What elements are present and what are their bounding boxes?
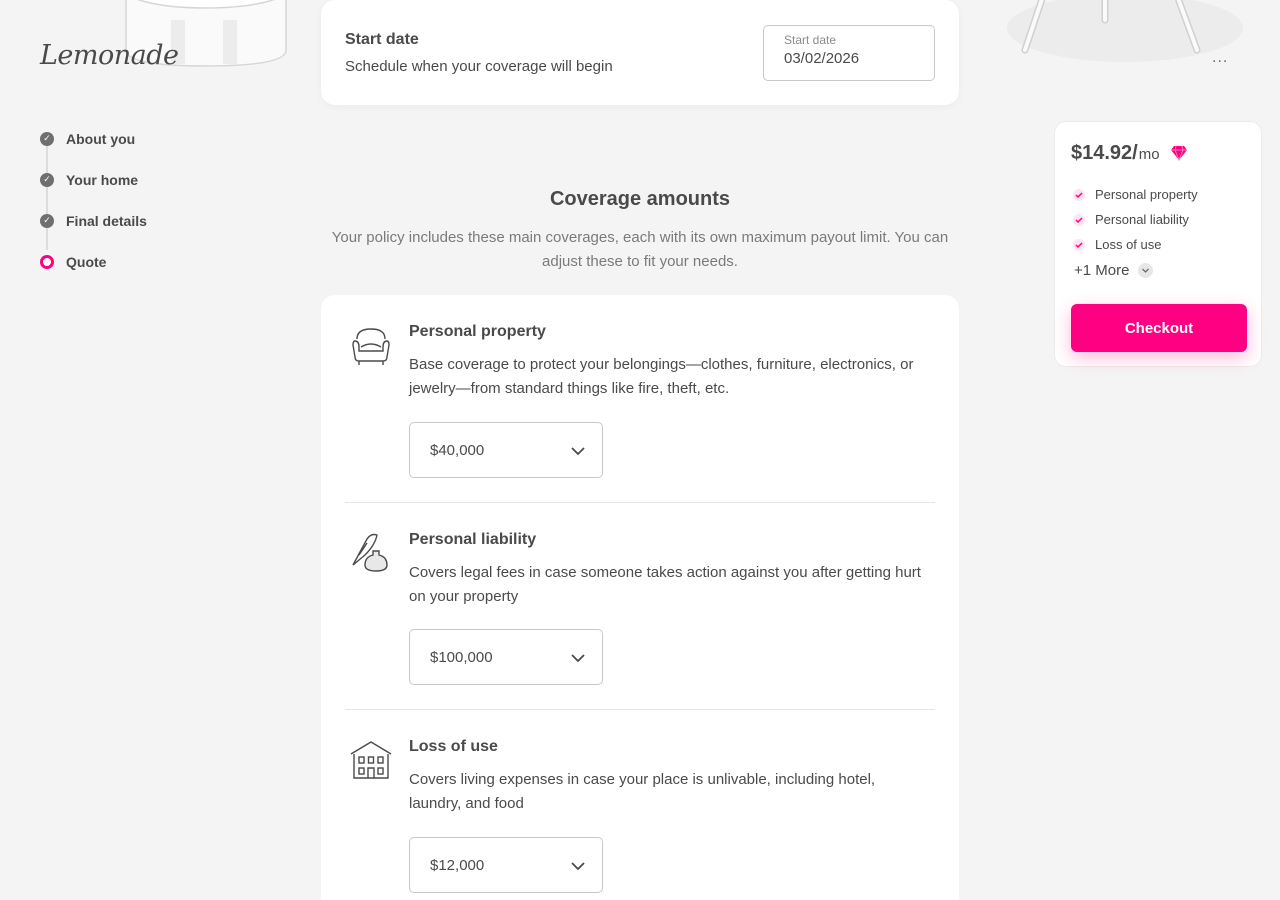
quill-inkwell-icon bbox=[352, 533, 388, 572]
step-label: Quote bbox=[66, 253, 107, 270]
more-label: +1 More bbox=[1074, 262, 1130, 279]
coverage-text: Base coverage to protect your belongings… bbox=[409, 356, 914, 397]
divider bbox=[345, 502, 935, 503]
list-item: Loss of use bbox=[1073, 232, 1198, 257]
current-step-icon bbox=[40, 254, 54, 269]
building-icon bbox=[350, 741, 392, 779]
step-final-details[interactable]: ✓ Final details bbox=[40, 200, 147, 241]
armchair-icon bbox=[352, 328, 390, 365]
coverage-name: Personal property bbox=[409, 323, 546, 340]
checkout-button[interactable]: Checkout bbox=[1071, 304, 1247, 352]
progress-steps: ✓ About you ✓ Your home ✓ Final details … bbox=[40, 118, 147, 282]
included-coverage-label: Loss of use bbox=[1095, 237, 1162, 252]
chevron-down-icon bbox=[1138, 263, 1154, 278]
chevron-down-icon bbox=[571, 447, 585, 456]
show-more-toggle[interactable]: +1 More bbox=[1074, 262, 1154, 279]
start-date-value[interactable]: 03/02/2026 bbox=[784, 50, 914, 67]
check-icon bbox=[1073, 213, 1085, 226]
personal-property-amount-select[interactable]: $40,000 bbox=[409, 422, 603, 478]
price-summary-card: $14.92/ mo Personal property Personal li… bbox=[1054, 121, 1262, 367]
check-icon bbox=[1073, 238, 1085, 251]
list-item: Personal property bbox=[1073, 182, 1198, 207]
coverage-title: Coverage amounts bbox=[549, 188, 731, 210]
start-date-input[interactable]: Start date 03/02/2026 bbox=[763, 25, 935, 81]
start-date-field-label: Start date bbox=[784, 33, 837, 47]
included-coverage-label: Personal property bbox=[1095, 187, 1198, 202]
gem-icon bbox=[1170, 145, 1187, 161]
divider bbox=[345, 709, 935, 710]
check-icon: ✓ bbox=[40, 131, 54, 146]
selected-amount: $100,000 bbox=[430, 648, 493, 666]
coverage-description: Your policy includes these main coverage… bbox=[331, 229, 949, 270]
included-coverages-list: Personal property Personal liability Los… bbox=[1073, 182, 1198, 257]
start-date-subtitle: Schedule when your coverage will begin bbox=[345, 58, 613, 75]
step-label: About you bbox=[66, 130, 136, 147]
selected-amount: $40,000 bbox=[430, 441, 485, 459]
list-item: Personal liability bbox=[1073, 207, 1198, 232]
coverage-text: Covers living expenses in case your plac… bbox=[409, 771, 876, 812]
coverage-text: Covers legal fees in case someone takes … bbox=[409, 564, 921, 605]
coverage-name: Personal liability bbox=[409, 531, 537, 548]
check-icon: ✓ bbox=[40, 213, 54, 228]
start-date-title: Start date bbox=[345, 31, 419, 48]
included-coverage-label: Personal liability bbox=[1095, 212, 1189, 227]
check-icon bbox=[1073, 188, 1085, 201]
step-label: Your home bbox=[66, 171, 139, 188]
step-quote[interactable]: Quote bbox=[40, 241, 147, 282]
step-about-you[interactable]: ✓ About you bbox=[40, 118, 147, 159]
step-your-home[interactable]: ✓ Your home bbox=[40, 159, 147, 200]
price-amount: $14.92/ bbox=[1071, 142, 1138, 164]
personal-liability-amount-select[interactable]: $100,000 bbox=[409, 629, 603, 685]
loss-of-use-amount-select[interactable]: $12,000 bbox=[409, 837, 603, 893]
lemonade-logo[interactable]: Lemonade bbox=[40, 40, 179, 71]
coverage-card: Personal property Base coverage to prote… bbox=[321, 295, 959, 900]
start-date-card: Start date Schedule when your coverage w… bbox=[321, 0, 959, 105]
price-period: mo bbox=[1138, 146, 1160, 163]
chevron-down-icon bbox=[571, 654, 585, 663]
more-options-icon[interactable]: ... bbox=[1212, 50, 1228, 66]
monthly-price: $14.92/ mo bbox=[1071, 142, 1188, 165]
coverage-name: Loss of use bbox=[409, 738, 498, 755]
check-icon: ✓ bbox=[40, 172, 54, 187]
selected-amount: $12,000 bbox=[430, 856, 485, 874]
step-label: Final details bbox=[66, 212, 147, 229]
chevron-down-icon bbox=[571, 862, 585, 871]
